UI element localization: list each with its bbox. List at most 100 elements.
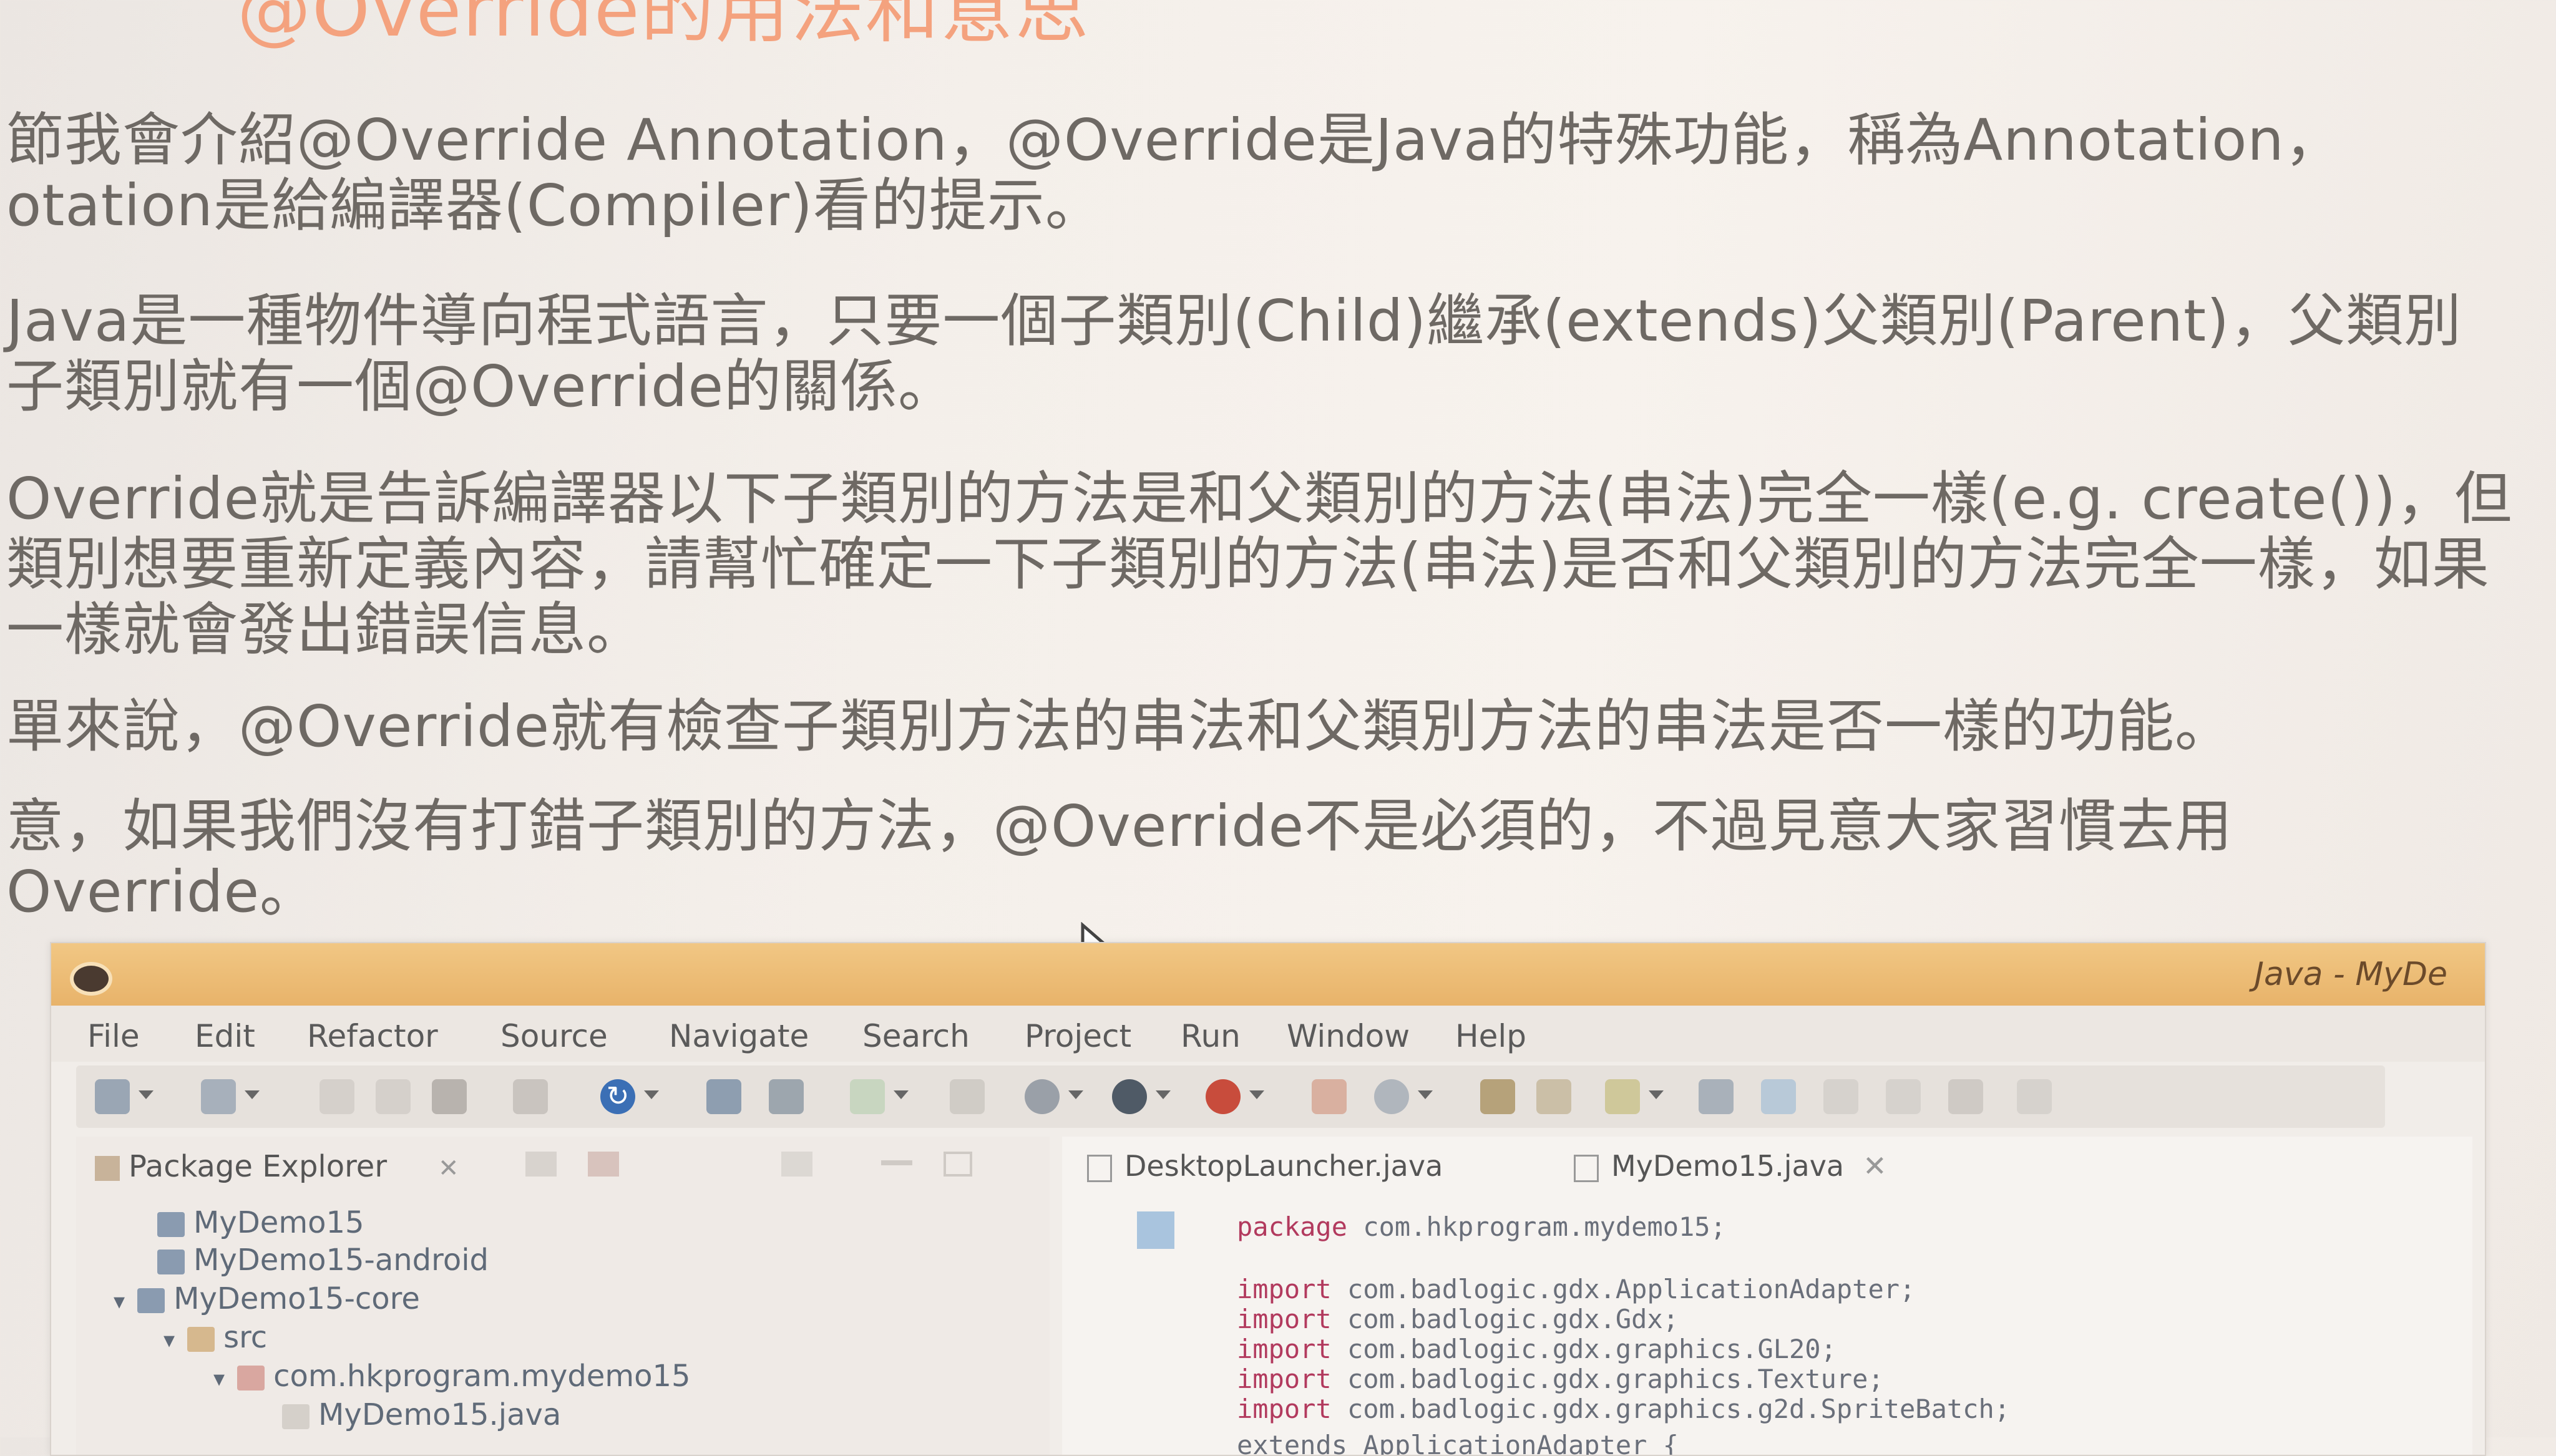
code-text: com.badlogic.gdx.graphics.GL20; — [1331, 1334, 1837, 1364]
back-icon[interactable] — [1823, 1079, 1858, 1114]
forward-icon[interactable] — [1886, 1079, 1921, 1114]
tree-item-package[interactable]: ▾ com.hkprogram.mydemo15 — [213, 1359, 691, 1394]
main-toolbar: ↻ — [76, 1065, 2385, 1128]
tree-item-label: MyDemo15 — [193, 1205, 364, 1240]
code-line[interactable]: import com.badlogic.gdx.Gdx; — [1237, 1304, 1679, 1334]
pause-icon[interactable] — [1948, 1079, 1983, 1114]
open-icon[interactable] — [201, 1079, 236, 1114]
checkbox-icon[interactable] — [850, 1079, 885, 1114]
chevron-down-icon[interactable]: ▾ — [213, 1366, 225, 1392]
tree-item-folder[interactable]: ▾ src — [163, 1320, 267, 1355]
article: @Override的用法和意思 節我會介紹@Override Annotatio… — [0, 0, 2556, 925]
tree-item-label: MyDemo15-core — [173, 1281, 420, 1316]
save-icon[interactable] — [320, 1079, 354, 1114]
code-keyword: package — [1237, 1211, 1348, 1242]
menu-help[interactable]: Help — [1455, 1018, 1526, 1054]
chevron-down-icon[interactable] — [1156, 1090, 1171, 1099]
package-explorer-title: Package Explorer — [129, 1149, 388, 1184]
tab-label: DesktopLauncher.java — [1124, 1149, 1443, 1183]
code-editor: DesktopLauncher.java MyDemo15.java ✕ pack… — [1062, 1137, 2472, 1456]
run-icon[interactable] — [1112, 1079, 1147, 1114]
external-tools-icon[interactable] — [1206, 1079, 1241, 1114]
article-line: 單來說，@Override就有檢查子類別方法的串法和父類別方法的串法是否一樣的功… — [6, 693, 2233, 760]
gutter-marker — [1137, 1211, 1174, 1249]
tab-desktop-launcher[interactable]: DesktopLauncher.java — [1087, 1149, 1443, 1183]
chevron-down-icon[interactable] — [1249, 1090, 1264, 1099]
code-line[interactable]: import com.badlogic.gdx.graphics.GL20; — [1237, 1334, 1837, 1364]
menu-source[interactable]: Source — [500, 1018, 608, 1054]
menu-refactor[interactable]: Refactor — [307, 1018, 438, 1054]
code-line[interactable]: package com.hkprogram.mydemo15; — [1237, 1211, 1726, 1242]
code-keyword: import — [1237, 1364, 1332, 1394]
article-title: @Override的用法和意思 — [237, 0, 1090, 53]
tree-item-project[interactable]: MyDemo15 — [157, 1205, 364, 1240]
chevron-down-icon[interactable] — [245, 1090, 260, 1099]
new-package-icon[interactable] — [1374, 1079, 1409, 1114]
perspective-icon[interactable] — [1761, 1079, 1796, 1114]
web-icon[interactable]: ↻ — [600, 1079, 635, 1114]
tree-item-project[interactable]: MyDemo15-android — [157, 1243, 489, 1278]
close-icon[interactable]: ✕ — [1863, 1149, 1887, 1183]
chevron-down-icon[interactable] — [1649, 1090, 1664, 1099]
tab-mydemo15[interactable]: MyDemo15.java ✕ — [1574, 1149, 1887, 1183]
sdk-icon[interactable] — [769, 1079, 804, 1114]
tree-item-label: MyDemo15.java — [318, 1397, 562, 1432]
code-keyword: import — [1237, 1334, 1332, 1364]
chevron-down-icon[interactable] — [139, 1090, 154, 1099]
minimize-icon[interactable] — [881, 1160, 912, 1165]
code-line[interactable]: extends ApplicationAdapter { — [1237, 1430, 1679, 1456]
code-text: com.hkprogram.mydemo15; — [1347, 1211, 1726, 1242]
close-icon[interactable]: ✕ — [438, 1154, 459, 1183]
java-file-icon — [1574, 1154, 1599, 1182]
code-text: com.badlogic.gdx.Gdx; — [1331, 1304, 1679, 1334]
tree-item-label: src — [223, 1320, 268, 1355]
menu-run[interactable]: Run — [1181, 1018, 1241, 1054]
tree-item-project[interactable]: ▾ MyDemo15-core — [114, 1281, 420, 1316]
code-text: com.badlogic.gdx.graphics.Texture; — [1331, 1364, 1884, 1394]
menu-project[interactable]: Project — [1025, 1018, 1131, 1054]
new-class-icon[interactable] — [1312, 1079, 1347, 1114]
article-line: otation是給編譯器(Compiler)看的提示。 — [6, 172, 1103, 239]
chevron-down-icon[interactable] — [1068, 1090, 1083, 1099]
java-file-icon — [1087, 1154, 1112, 1182]
save-all-icon[interactable] — [376, 1079, 411, 1114]
eclipse-app-icon[interactable] — [70, 962, 112, 996]
window-titlebar[interactable]: Java - MyDe — [51, 943, 2485, 1006]
open-type-icon[interactable] — [1480, 1079, 1515, 1114]
link-editor-icon[interactable] — [588, 1152, 619, 1177]
debug-icon[interactable] — [1025, 1079, 1060, 1114]
chevron-down-icon[interactable] — [1418, 1090, 1433, 1099]
pin-icon[interactable] — [950, 1079, 985, 1114]
code-text: com.badlogic.gdx.ApplicationAdapter; — [1331, 1274, 1916, 1304]
folder-icon — [187, 1327, 215, 1352]
code-line[interactable]: import com.badlogic.gdx.graphics.Texture… — [1237, 1364, 1884, 1394]
search-icon[interactable] — [1605, 1079, 1640, 1114]
open-task-icon[interactable] — [1536, 1079, 1571, 1114]
tools-icon[interactable] — [2017, 1079, 2052, 1114]
chevron-down-icon[interactable]: ▾ — [163, 1327, 175, 1353]
chevron-down-icon[interactable]: ▾ — [114, 1289, 125, 1314]
chevron-down-icon[interactable] — [894, 1090, 909, 1099]
menu-edit[interactable]: Edit — [195, 1018, 255, 1054]
view-menu-icon[interactable] — [781, 1152, 812, 1177]
package-explorer-tab[interactable]: Package Explorer — [95, 1149, 387, 1184]
code-keyword: import — [1237, 1394, 1332, 1424]
java-file-icon — [282, 1404, 310, 1429]
menu-window[interactable]: Window — [1287, 1018, 1410, 1054]
code-line[interactable]: import com.badlogic.gdx.graphics.g2d.Spr… — [1237, 1394, 2010, 1424]
menu-navigate[interactable]: Navigate — [669, 1018, 809, 1054]
annotation-icon[interactable] — [1699, 1079, 1734, 1114]
article-line: 一樣就會發出錯誤信息。 — [6, 596, 645, 663]
chevron-down-icon[interactable] — [644, 1090, 659, 1099]
tree-item-file[interactable]: MyDemo15.java — [282, 1397, 561, 1432]
maximize-icon[interactable] — [944, 1152, 972, 1177]
toggle-icon[interactable] — [513, 1079, 548, 1114]
collapse-all-icon[interactable] — [525, 1152, 557, 1177]
menu-search[interactable]: Search — [862, 1018, 970, 1054]
download-icon[interactable] — [706, 1079, 741, 1114]
code-text: extends ApplicationAdapter { — [1237, 1430, 1679, 1456]
menu-file[interactable]: File — [87, 1018, 140, 1054]
print-icon[interactable] — [432, 1079, 467, 1114]
new-icon[interactable] — [95, 1079, 130, 1114]
code-line[interactable]: import com.badlogic.gdx.ApplicationAdapt… — [1237, 1274, 1915, 1304]
